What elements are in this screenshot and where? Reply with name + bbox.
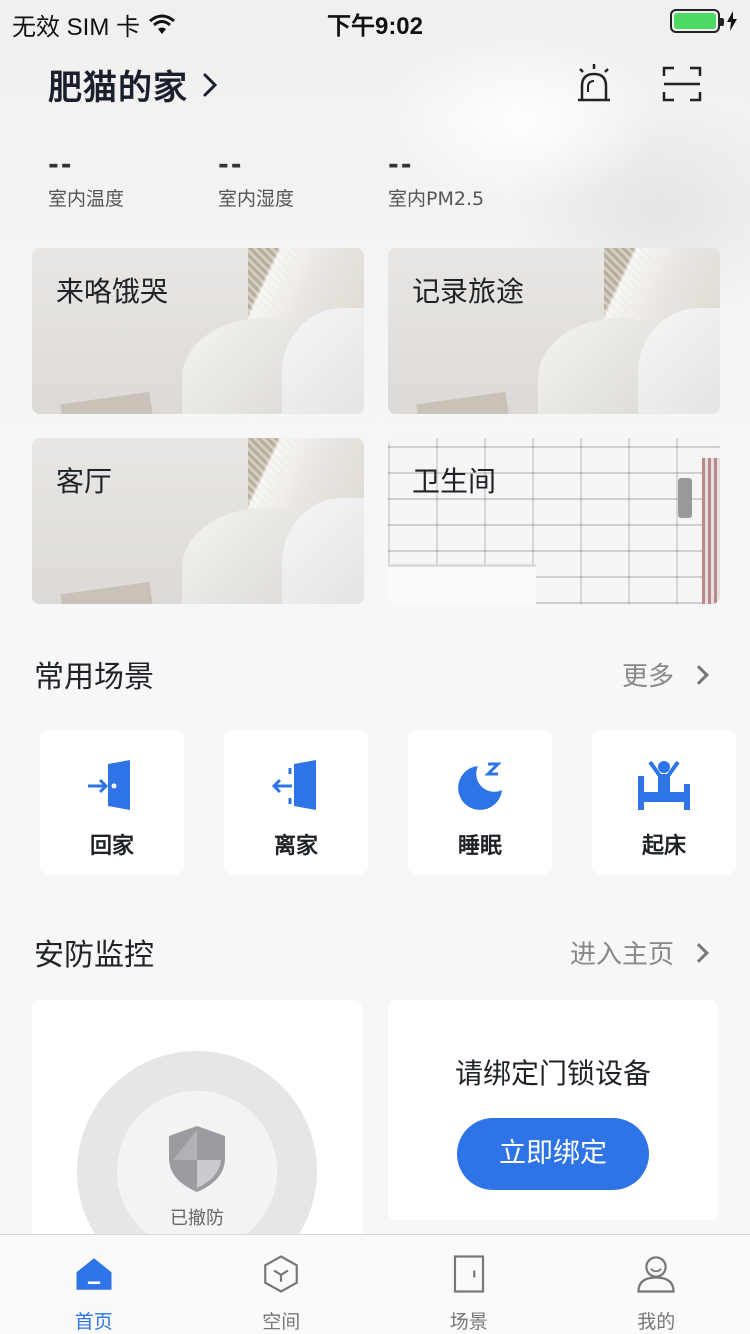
pm25-label: 室内PM2.5 [388,188,485,210]
scenes-section-title: 常用场景 [34,660,154,695]
scenes-more-link[interactable]: 更多 [621,656,709,693]
security-section-title: 安防监控 [34,938,154,973]
chevron-right-icon [689,664,709,685]
scene-label: 回家 [89,834,134,859]
tab-label: 我的 [637,1311,676,1333]
home-title: 肥猫的家 [48,68,188,108]
chevron-right-icon [689,942,709,963]
scenes-more-label: 更多 [621,662,674,692]
tab-label: 首页 [74,1311,113,1333]
scene-wake-up[interactable]: 起床 [592,730,736,874]
scene-label: 起床 [641,834,686,859]
status-time: 下午9:02 [326,13,424,40]
scan-icon[interactable] [660,62,704,106]
bind-now-button[interactable]: 立即绑定 [457,1118,649,1190]
temperature-label: 室内温度 [48,188,125,210]
door-icon [453,1255,484,1293]
moon-sleep-icon [458,762,502,810]
cube-icon [264,1255,299,1293]
alarm-icon[interactable] [572,62,616,106]
room-card[interactable]: 来咯饿哭 [32,248,364,414]
humidity-value: -- [218,150,244,180]
security-status: 已撤防 [170,1208,224,1229]
status-bar: 无效 SIM 卡 下午9:02 [0,0,750,41]
tab-bar: 首页 空间 场景 我的 [0,1234,750,1334]
home-selector[interactable]: 肥猫的家 [48,60,218,109]
tab-scenes[interactable]: 场景 [375,1235,563,1334]
scene-sleep[interactable]: 睡眠 [408,730,552,874]
environment-readings: -- 室内温度 -- 室内湿度 -- 室内PM2.5 [48,150,558,211]
indoor-pm25: -- 室内PM2.5 [388,150,558,211]
room-label: 来咯饿哭 [56,275,169,308]
security-card[interactable]: 已撤防 [32,1000,362,1260]
temperature-value: -- [48,150,74,180]
enter-door-icon [88,760,130,810]
door-lock-card: 请绑定门锁设备 立即绑定 [388,1000,718,1220]
room-label: 卫生间 [412,465,497,498]
room-label: 记录旅途 [412,275,525,308]
battery-icon [670,9,724,33]
pm25-value: -- [388,150,414,180]
scene-label: 离家 [273,834,318,859]
home-icon [76,1258,112,1290]
scene-leave-home[interactable]: 离家 [224,730,368,874]
scene-list: 回家 离家 睡眠 起床 [40,730,736,874]
chevron-right-icon [203,73,218,96]
tab-mine[interactable]: 我的 [563,1235,750,1334]
room-card[interactable]: 卫生间 [388,438,720,604]
room-card[interactable]: 记录旅途 [388,248,720,414]
user-icon [637,1256,675,1293]
lock-prompt: 请绑定门锁设备 [454,1057,651,1090]
shield-icon [169,1126,225,1192]
security-home-link[interactable]: 进入主页 [569,934,709,971]
wake-up-icon [638,760,690,810]
humidity-label: 室内湿度 [218,188,295,210]
tab-label: 空间 [262,1311,301,1333]
tab-label: 场景 [449,1311,488,1333]
tab-home[interactable]: 首页 [0,1235,188,1334]
tab-space[interactable]: 空间 [188,1235,376,1334]
room-card[interactable]: 客厅 [32,438,364,604]
room-label: 客厅 [56,465,113,498]
scene-go-home[interactable]: 回家 [40,730,184,874]
indoor-humidity: -- 室内湿度 [218,150,388,211]
scene-label: 睡眠 [457,834,502,859]
charging-icon [727,11,737,31]
indoor-temperature: -- 室内温度 [48,150,218,211]
exit-door-icon [271,760,316,810]
security-more-label: 进入主页 [569,940,674,970]
